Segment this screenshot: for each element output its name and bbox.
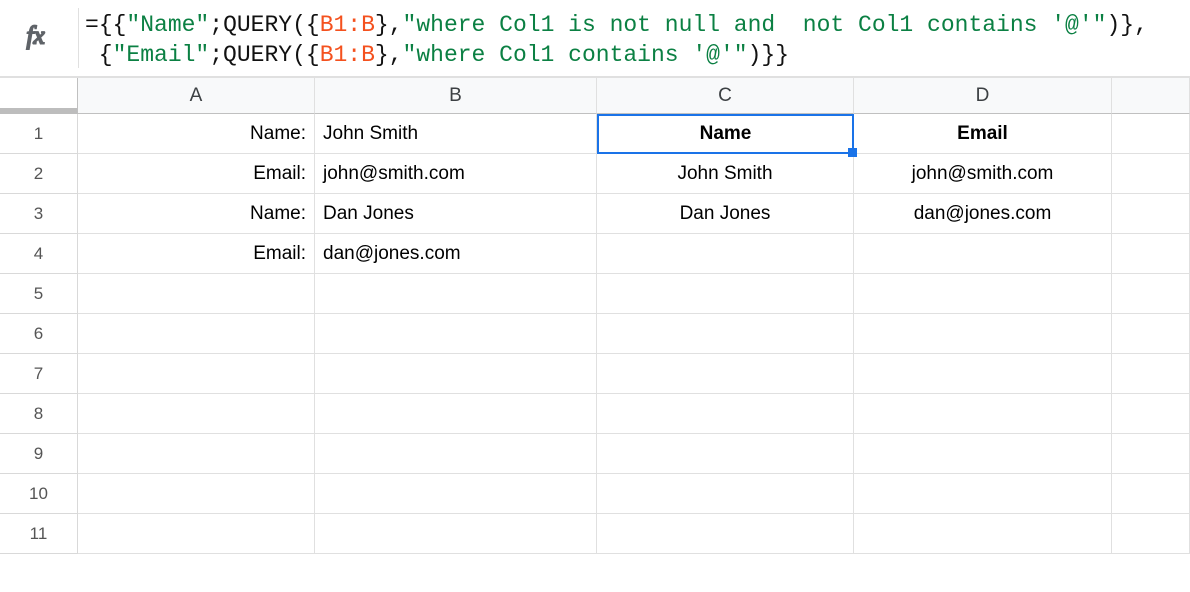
cell-A7[interactable] bbox=[78, 354, 315, 394]
cell-D10[interactable] bbox=[854, 474, 1112, 514]
cell-E7[interactable] bbox=[1112, 354, 1190, 394]
cell-A9[interactable] bbox=[78, 434, 315, 474]
cell-E10[interactable] bbox=[1112, 474, 1190, 514]
cell-C10[interactable] bbox=[597, 474, 854, 514]
cell-E1[interactable] bbox=[1112, 114, 1190, 154]
cell-E5[interactable] bbox=[1112, 274, 1190, 314]
col-header-D[interactable]: D bbox=[854, 78, 1112, 114]
row-header-2[interactable]: 2 bbox=[0, 154, 78, 194]
cell-D4[interactable] bbox=[854, 234, 1112, 274]
cell-C11[interactable] bbox=[597, 514, 854, 554]
cell-D2[interactable]: john@smith.com bbox=[854, 154, 1112, 194]
cell-C6[interactable] bbox=[597, 314, 854, 354]
cell-A3[interactable]: Name: bbox=[78, 194, 315, 234]
cell-A1[interactable]: Name: bbox=[78, 114, 315, 154]
cell-A2[interactable]: Email: bbox=[78, 154, 315, 194]
row-7: 7 bbox=[0, 354, 1190, 394]
cell-E2[interactable] bbox=[1112, 154, 1190, 194]
row-9: 9 bbox=[0, 434, 1190, 474]
select-all-corner[interactable] bbox=[0, 78, 78, 114]
cell-C2[interactable]: John Smith bbox=[597, 154, 854, 194]
row-1: 1 Name: John Smith Name Email bbox=[0, 114, 1190, 154]
cell-A4[interactable]: Email: bbox=[78, 234, 315, 274]
cell-E6[interactable] bbox=[1112, 314, 1190, 354]
formula-input[interactable]: ={{"Name";QUERY({B1:B},"where Col1 is no… bbox=[85, 6, 1148, 70]
cell-A10[interactable] bbox=[78, 474, 315, 514]
row-5: 5 bbox=[0, 274, 1190, 314]
cell-B1[interactable]: John Smith bbox=[315, 114, 597, 154]
cell-D9[interactable] bbox=[854, 434, 1112, 474]
cell-D5[interactable] bbox=[854, 274, 1112, 314]
col-header-B[interactable]: B bbox=[315, 78, 597, 114]
fx-icon[interactable]: fx bbox=[0, 6, 78, 66]
row-header-1[interactable]: 1 bbox=[0, 114, 78, 154]
cell-C8[interactable] bbox=[597, 394, 854, 434]
row-header-6[interactable]: 6 bbox=[0, 314, 78, 354]
cell-B9[interactable] bbox=[315, 434, 597, 474]
cell-B4[interactable]: dan@jones.com bbox=[315, 234, 597, 274]
row-header-4[interactable]: 4 bbox=[0, 234, 78, 274]
cell-D8[interactable] bbox=[854, 394, 1112, 434]
cell-B2[interactable]: john@smith.com bbox=[315, 154, 597, 194]
cell-A8[interactable] bbox=[78, 394, 315, 434]
row-3: 3 Name: Dan Jones Dan Jones dan@jones.co… bbox=[0, 194, 1190, 234]
cell-B10[interactable] bbox=[315, 474, 597, 514]
row-header-8[interactable]: 8 bbox=[0, 394, 78, 434]
cell-E11[interactable] bbox=[1112, 514, 1190, 554]
cell-E3[interactable] bbox=[1112, 194, 1190, 234]
col-header-A[interactable]: A bbox=[78, 78, 315, 114]
cell-E4[interactable] bbox=[1112, 234, 1190, 274]
spreadsheet-grid: A B C D 1 Name: John Smith Name Email 2 … bbox=[0, 77, 1190, 554]
row-6: 6 bbox=[0, 314, 1190, 354]
row-4: 4 Email: dan@jones.com bbox=[0, 234, 1190, 274]
cell-A5[interactable] bbox=[78, 274, 315, 314]
cell-B6[interactable] bbox=[315, 314, 597, 354]
cell-C4[interactable] bbox=[597, 234, 854, 274]
cell-C5[interactable] bbox=[597, 274, 854, 314]
cell-C1[interactable]: Name bbox=[597, 114, 854, 154]
cell-E8[interactable] bbox=[1112, 394, 1190, 434]
cell-B3[interactable]: Dan Jones bbox=[315, 194, 597, 234]
row-header-5[interactable]: 5 bbox=[0, 274, 78, 314]
cell-B8[interactable] bbox=[315, 394, 597, 434]
row-header-11[interactable]: 11 bbox=[0, 514, 78, 554]
cell-C7[interactable] bbox=[597, 354, 854, 394]
row-8: 8 bbox=[0, 394, 1190, 434]
cell-D3[interactable]: dan@jones.com bbox=[854, 194, 1112, 234]
cell-B7[interactable] bbox=[315, 354, 597, 394]
column-header-row: A B C D bbox=[0, 78, 1190, 114]
row-10: 10 bbox=[0, 474, 1190, 514]
formula-bar: fx ={{"Name";QUERY({B1:B},"where Col1 is… bbox=[0, 0, 1190, 77]
cell-D11[interactable] bbox=[854, 514, 1112, 554]
cell-A11[interactable] bbox=[78, 514, 315, 554]
cell-C9[interactable] bbox=[597, 434, 854, 474]
cell-B5[interactable] bbox=[315, 274, 597, 314]
cell-B11[interactable] bbox=[315, 514, 597, 554]
formula-divider bbox=[78, 8, 79, 68]
row-11: 11 bbox=[0, 514, 1190, 554]
row-header-3[interactable]: 3 bbox=[0, 194, 78, 234]
svg-text:fx: fx bbox=[27, 23, 45, 50]
cell-A6[interactable] bbox=[78, 314, 315, 354]
col-header-E[interactable] bbox=[1112, 78, 1190, 114]
row-header-9[interactable]: 9 bbox=[0, 434, 78, 474]
cell-C3[interactable]: Dan Jones bbox=[597, 194, 854, 234]
cell-D6[interactable] bbox=[854, 314, 1112, 354]
cell-D7[interactable] bbox=[854, 354, 1112, 394]
row-header-10[interactable]: 10 bbox=[0, 474, 78, 514]
cell-D1[interactable]: Email bbox=[854, 114, 1112, 154]
row-2: 2 Email: john@smith.com John Smith john@… bbox=[0, 154, 1190, 194]
row-header-7[interactable]: 7 bbox=[0, 354, 78, 394]
col-header-C[interactable]: C bbox=[597, 78, 854, 114]
cell-E9[interactable] bbox=[1112, 434, 1190, 474]
